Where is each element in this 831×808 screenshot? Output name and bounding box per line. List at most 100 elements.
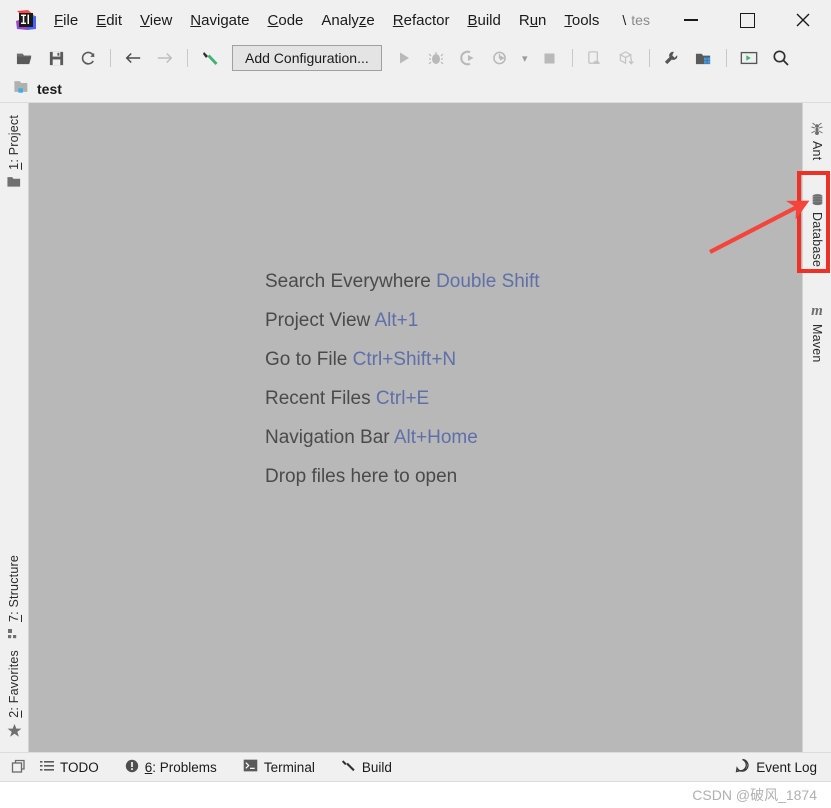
editor-empty-area[interactable]: Search Everywhere Double Shift Project V… [29, 103, 802, 752]
hint-project-view: Project View Alt+1 [265, 310, 540, 332]
sidebar-item-favorites[interactable]: 2: Favorites [0, 646, 28, 742]
run-with-coverage-icon[interactable] [454, 45, 482, 71]
maven-icon: m [811, 303, 823, 319]
status-item-terminal-label: Terminal [263, 759, 315, 775]
terminal-icon [243, 759, 258, 775]
breadcrumb: test [0, 76, 831, 103]
hint-navigation-bar: Navigation Bar Alt+Home [265, 427, 540, 449]
build-hammer-icon [341, 758, 356, 776]
left-tool-window-strip: 1: Project 7: Structure 2: Favorites [0, 103, 29, 752]
status-item-todo[interactable]: TODO [40, 760, 99, 775]
restore-layout-icon[interactable] [8, 756, 30, 778]
window-controls [663, 0, 831, 40]
menu-item-navigate[interactable]: Navigate [181, 9, 258, 32]
settings-wrench-icon[interactable] [658, 45, 686, 71]
sync-project-icon[interactable] [613, 45, 641, 71]
sidebar-item-database-label: Database [810, 212, 824, 268]
structure-icon [6, 626, 22, 642]
database-icon [809, 192, 825, 208]
hint-action: Project View [265, 310, 371, 331]
menu-item-build[interactable]: Build [458, 9, 509, 32]
star-icon [6, 722, 22, 738]
event-log-icon [735, 758, 750, 776]
save-all-icon[interactable] [42, 45, 70, 71]
run-icon[interactable] [390, 45, 418, 71]
hint-shortcut: Ctrl+E [375, 388, 430, 409]
sidebar-item-maven[interactable]: m Maven [809, 300, 825, 367]
footer-watermark-strip: CSDN @破风_1874 [0, 781, 831, 808]
profiler-icon[interactable] [486, 45, 514, 71]
status-bar: TODO 6: Problems Terminal Build Event Lo [0, 752, 831, 781]
menu-item-analyze[interactable]: Analyze [312, 9, 383, 32]
sync-refresh-icon[interactable] [74, 45, 102, 71]
toolbar-separator [187, 49, 188, 67]
debug-icon[interactable] [422, 45, 450, 71]
navigate-forward-icon[interactable] [151, 45, 179, 71]
status-item-todo-label: TODO [60, 759, 99, 775]
build-project-icon[interactable] [196, 45, 224, 71]
menu-item-refactor[interactable]: Refactor [384, 9, 459, 32]
project-structure-icon[interactable] [690, 45, 718, 71]
sidebar-item-structure-label: 7: Structure [7, 555, 21, 623]
folder-icon [6, 174, 22, 190]
menu-item-code[interactable]: Code [259, 9, 313, 32]
main-toolbar: Add Configuration... ▾ [0, 40, 831, 76]
sidebar-item-favorites-label: 2: Favorites [7, 650, 21, 718]
menu-item-tools[interactable]: Tools [555, 9, 608, 32]
terminal-toolbar-icon[interactable] [735, 45, 763, 71]
toolbar-separator [725, 49, 727, 67]
hint-action: Go to File [265, 349, 348, 370]
menu-item-file[interactable]: File [45, 9, 87, 32]
sidebar-item-project[interactable]: 1: Project [0, 111, 28, 194]
stop-icon[interactable] [536, 45, 564, 71]
add-configuration-button[interactable]: Add Configuration... [232, 45, 382, 71]
status-item-problems-label: 6: Problems [144, 759, 217, 775]
intellij-idea-logo [15, 9, 37, 31]
path-text: tes [631, 12, 650, 28]
workspace-body: 1: Project 7: Structure 2: Favorites Sea… [0, 103, 831, 752]
hint-action: Search Everywhere [265, 271, 431, 292]
hint-go-to-file: Go to File Ctrl+Shift+N [265, 349, 540, 371]
hint-action: Drop files here to open [265, 466, 458, 487]
project-folder-icon [14, 79, 30, 99]
ant-icon [809, 121, 825, 137]
title-menu-bar: File Edit View Navigate Code Analyze Ref… [0, 0, 831, 40]
path-separator: \ [622, 12, 627, 28]
hint-drop-files: Drop files here to open [265, 466, 540, 488]
navigate-back-icon[interactable] [119, 45, 147, 71]
close-button[interactable] [775, 0, 831, 40]
status-item-build[interactable]: Build [341, 758, 392, 776]
hint-shortcut: Alt+Home [393, 427, 478, 448]
problems-icon [125, 759, 139, 776]
hint-shortcut: Double Shift [436, 271, 540, 292]
search-everywhere-icon[interactable] [767, 45, 795, 71]
status-item-build-label: Build [361, 759, 392, 775]
status-item-event-log[interactable]: Event Log [735, 758, 817, 776]
device-manager-icon[interactable] [581, 45, 609, 71]
open-folder-icon[interactable] [10, 45, 38, 71]
status-item-problems[interactable]: 6: Problems [125, 759, 217, 776]
maximize-button[interactable] [719, 0, 775, 40]
profiler-dropdown-icon[interactable]: ▾ [518, 45, 532, 71]
sidebar-item-maven-label: Maven [810, 323, 824, 363]
sidebar-item-ant[interactable]: Ant [809, 117, 825, 164]
status-item-terminal[interactable]: Terminal [243, 759, 315, 775]
hint-search-everywhere: Search Everywhere Double Shift [265, 271, 540, 293]
toolbar-separator [648, 49, 650, 67]
menu-bar: File Edit View Navigate Code Analyze Ref… [45, 9, 608, 32]
menu-item-view[interactable]: View [131, 9, 181, 32]
breadcrumb-project-name[interactable]: test [37, 81, 62, 97]
sidebar-item-database[interactable]: Database [809, 188, 825, 271]
hint-recent-files: Recent Files Ctrl+E [265, 388, 540, 410]
sidebar-item-ant-label: Ant [810, 141, 824, 161]
toolbar-separator [110, 49, 111, 67]
menu-item-edit[interactable]: Edit [87, 9, 131, 32]
sidebar-item-structure[interactable]: 7: Structure [0, 551, 28, 646]
intellij-idea-window: File Edit View Navigate Code Analyze Ref… [0, 0, 831, 808]
minimize-button[interactable] [663, 0, 719, 40]
window-title-path: \ tes [622, 12, 650, 28]
menu-item-run[interactable]: Run [510, 9, 556, 32]
hint-action: Recent Files [265, 388, 371, 409]
status-item-event-log-label: Event Log [756, 759, 817, 775]
hint-shortcut: Alt+1 [374, 310, 419, 331]
